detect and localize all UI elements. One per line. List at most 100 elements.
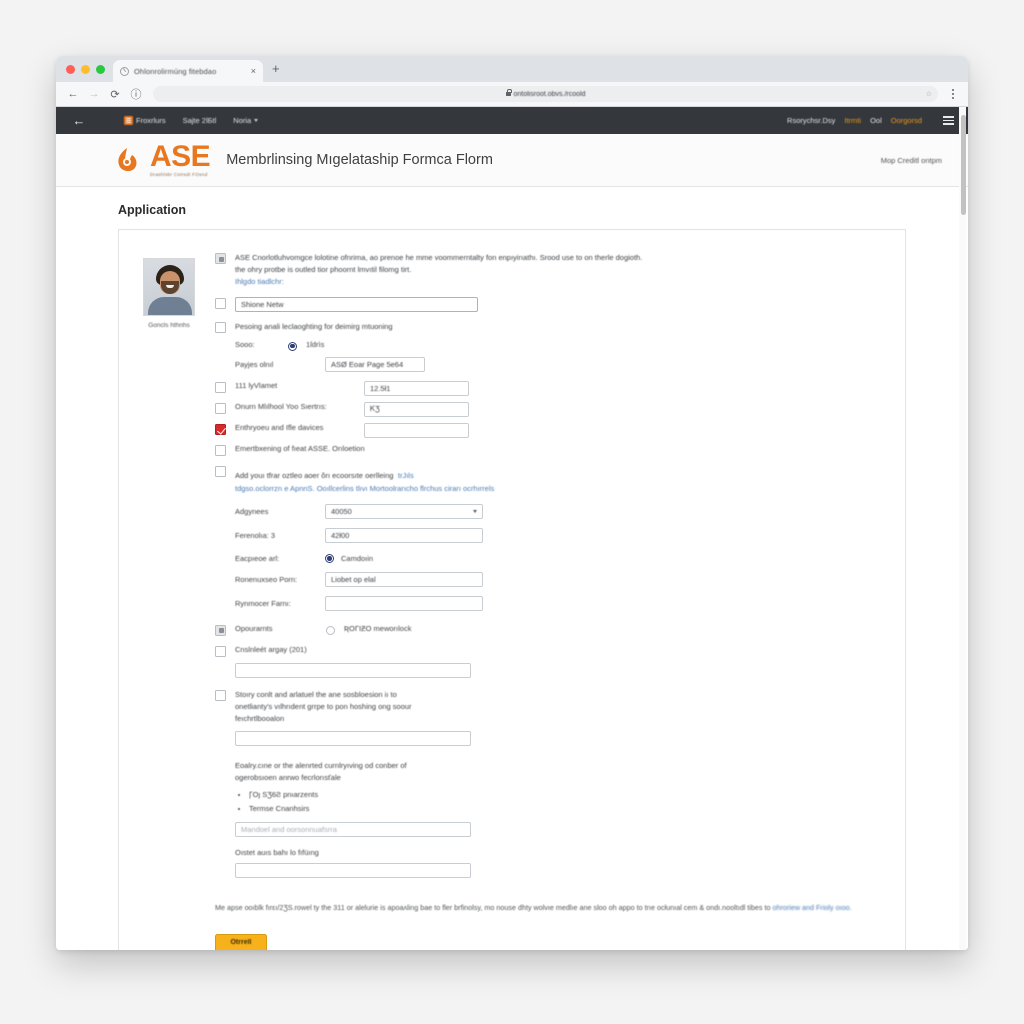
intro-line-2: the ohry protbe is outled tior phoornt l… <box>235 265 412 275</box>
nav-item-label: Froxrlurs <box>136 116 166 125</box>
site-logo[interactable]: ASE Drashlsbr Cstrsdt FOsnd <box>114 142 211 178</box>
site-info-icon[interactable]: ⓘ <box>127 85 145 103</box>
checkbox-cnsihleet[interactable] <box>215 645 226 657</box>
row-entry-input[interactable] <box>364 422 469 438</box>
new-tab-button[interactable]: + <box>263 62 289 77</box>
add-link-2[interactable]: tdgso.oclorrzn e ApnnS. Ooıllcerlins tlı… <box>235 483 885 495</box>
row-111-input[interactable]: 12.5ł1 <box>364 380 469 396</box>
eoalry-input[interactable]: Mandoel and oorsonnuafsrra <box>235 821 471 837</box>
story-input-wrap <box>215 731 885 747</box>
checkbox-intro[interactable] <box>215 253 226 264</box>
back-icon[interactable]: ← <box>64 85 82 103</box>
row-processing: Pesoing anali leclaoghting for deimirg m… <box>215 321 885 334</box>
window-traffic-lights <box>64 56 113 82</box>
adgynees-value: 40050 <box>331 506 352 516</box>
add-links-text: Add youı tfrar oztleo aoer ǒrı ecoorsıte… <box>235 470 394 480</box>
nav-link-oorgorsd[interactable]: Oorgorsd <box>891 116 922 125</box>
browser-tab[interactable]: Ohlonrolirmúng fitebdao × <box>113 60 263 82</box>
url-input[interactable]: ontolisroot.obvs./rcoold ☆ <box>153 86 938 102</box>
nav-item-more[interactable]: Noria <box>233 116 259 125</box>
nav-item-products[interactable]: Froxrlurs <box>124 116 166 125</box>
site-back-icon[interactable]: ← <box>66 114 92 127</box>
checkbox-111[interactable] <box>215 381 226 393</box>
submit-button[interactable]: Otrrell <box>215 933 267 950</box>
eoalry-line-1: Eoalry.cıne or the alenrted curnlryıving… <box>235 761 407 771</box>
list-item: Termse Cnanhsirs <box>249 802 885 815</box>
checkbox-processing[interactable] <box>215 322 226 334</box>
reload-icon[interactable]: ⟳ <box>106 85 124 103</box>
checkbox-ember[interactable] <box>215 444 226 456</box>
application-form-card: Goncls hthnhs ASE Cnorlotluhvomgce lolot… <box>118 229 906 950</box>
footnote-text: Me apse ooıblk fırεı/2ƷS.rowel ty the 31… <box>215 902 771 912</box>
nav-link-itrmti[interactable]: Itrmti <box>844 116 861 125</box>
tab-close-icon[interactable]: × <box>251 66 256 76</box>
payjes-input[interactable]: ASØ Eoar Page 5e64 <box>325 356 425 372</box>
checkbox-entry-devices-checked[interactable] <box>215 423 226 435</box>
browser-menu-icon[interactable] <box>946 89 960 99</box>
checkbox-onura[interactable] <box>215 402 226 414</box>
tab-favicon-icon <box>120 66 129 76</box>
row-onura-value: ᏦƷ <box>370 404 380 414</box>
nav-item-site[interactable]: Sajte 2lБtl <box>183 116 217 125</box>
add-link-1[interactable]: trJıls <box>398 471 414 480</box>
row-entry-label: Enthryoeu and Ifle davices <box>235 422 324 432</box>
row-111: 111 lyVlamet 12.5ł1 <box>215 380 885 396</box>
rynmocer-label: Rynmocer Farnı: <box>235 598 291 608</box>
intro-link[interactable]: Ihlgdo tiadlchr: <box>235 276 885 288</box>
forward-icon: → <box>88 88 100 100</box>
row-eacpieoe: Eacpıeoe arl: Camdoıin <box>215 553 885 563</box>
story-line-2: onetlianty's vılhrıdent ɡrrpe to pon hos… <box>235 701 412 711</box>
cnsihleet-input[interactable] <box>235 662 471 678</box>
rynmocer-input[interactable] <box>325 595 483 611</box>
sooo-value: 1ſdrìs <box>306 339 325 349</box>
row-onura-input[interactable]: ᏦƷ <box>364 401 469 417</box>
opourants-label: Opourarnts <box>235 623 273 633</box>
radio-camdoin[interactable] <box>325 553 334 563</box>
row-renenuxseo: Ronenuxseo Porn: Liobet op elal <box>215 571 885 587</box>
processing-label: Pesoing anali leclaoghting for deimirg m… <box>235 322 393 332</box>
checkbox-name[interactable] <box>215 298 226 310</box>
window-maximize-button[interactable] <box>96 64 105 74</box>
footnote-link[interactable]: ohroriew and Frioly oıoo. <box>772 903 851 912</box>
nav-link-recruit-day[interactable]: Rsorychsr.Dsy <box>787 116 835 125</box>
logo-tagline: Drashlsbr Cstrsdt FOsnd <box>150 172 208 178</box>
site-header: ASE Drashlsbr Cstrsdt FOsnd Membrlinsing… <box>56 134 968 187</box>
radio-camdoin-label: Camdoıin <box>341 553 374 563</box>
hamburger-menu-icon[interactable] <box>943 116 954 125</box>
cnsihleet-label: Cnslnleét arɡay (201) <box>235 644 307 654</box>
oistet-input[interactable] <box>235 862 471 878</box>
row-ferenolla: Ferenolıa: 3 42ł00 <box>215 527 885 543</box>
ferenolla-input[interactable]: 42ł00 <box>325 527 483 543</box>
window-minimize-button[interactable] <box>81 64 90 74</box>
row-opourants: Opourarnts ƦOΓΙƵO meworılock <box>215 624 885 636</box>
header-right-link[interactable]: Mop Creditl ontpm <box>881 156 942 165</box>
adgynees-label: Adgynees <box>235 506 269 516</box>
story-input[interactable] <box>235 731 471 747</box>
row-adgynees: Adgynees 40050 <box>215 503 885 519</box>
bookmark-star-icon[interactable]: ☆ <box>926 90 932 98</box>
radio-sooo[interactable] <box>288 341 297 351</box>
renenuxseo-input[interactable]: Liobet op elal <box>325 571 483 587</box>
name-input[interactable]: Shione Netw <box>235 297 478 313</box>
chevron-down-icon <box>254 119 259 122</box>
eoalry-placeholder: Mandoel and oorsonnuafsrra <box>241 824 337 834</box>
application-title: Application <box>118 203 187 217</box>
checkbox-add-links[interactable] <box>215 465 226 477</box>
row-payjes: Payjes olnıl ASØ Eoar Page 5e64 <box>215 356 885 372</box>
page-scrollbar-track[interactable] <box>959 107 966 950</box>
page-scrollbar-thumb[interactable] <box>960 115 966 215</box>
checkbox-opourants[interactable] <box>215 624 226 636</box>
adgynees-select[interactable]: 40050 <box>325 503 483 519</box>
checkbox-story[interactable] <box>215 689 226 701</box>
nav-link-ool[interactable]: Ool <box>870 116 882 125</box>
oistet-label: Oıstet auıs bahı lo fıfüıng <box>235 847 319 857</box>
row-111-value: 12.5ł1 <box>370 383 391 393</box>
radio-roteo[interactable] <box>326 625 335 635</box>
row-ember-label: Emertbxening of fıeat ASSE. Orıloetion <box>235 443 365 453</box>
window-close-button[interactable] <box>66 64 75 74</box>
ferenolla-label: Ferenolıa: 3 <box>235 530 276 540</box>
site-navbar: ← Froxrlurs Sajte 2lБtl Noria Rsorychsr.… <box>56 107 968 134</box>
page-inner: Application Goncls hthnhs ASE Cnorlotluh… <box>56 187 968 950</box>
row-oistet: Oıstet auıs bahı lo fıfüıng <box>215 848 885 878</box>
page-heading: Membrlinsing Mıgelataship Formca Florm <box>226 152 493 168</box>
